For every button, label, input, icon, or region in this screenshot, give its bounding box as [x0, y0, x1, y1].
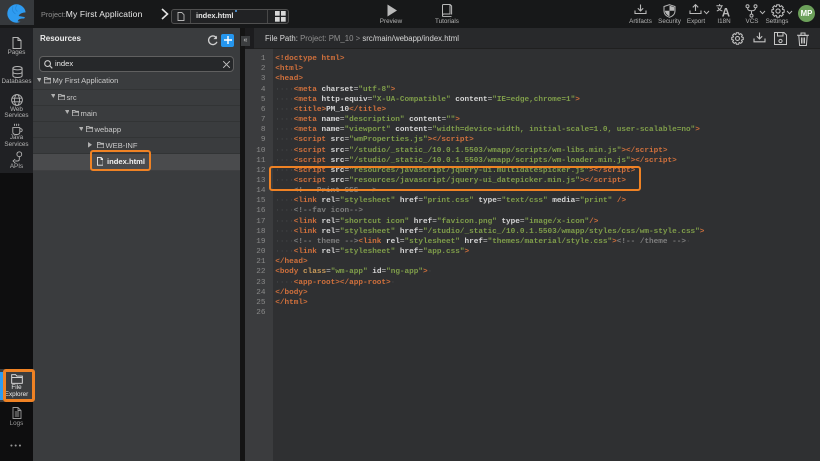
svg-text:A: A	[722, 8, 730, 18]
